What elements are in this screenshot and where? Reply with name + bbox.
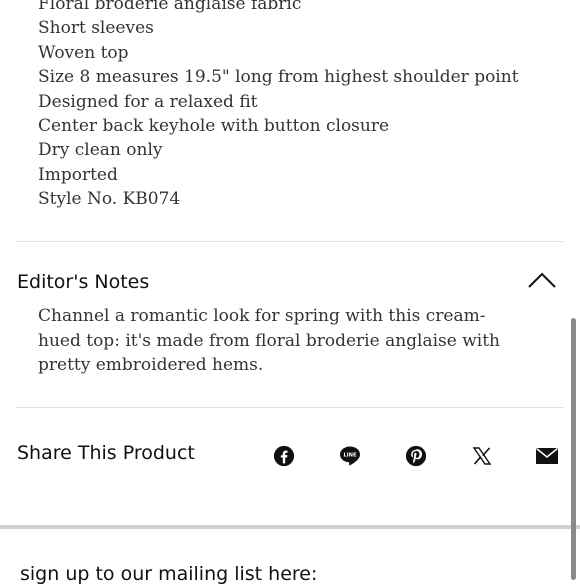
scrollbar[interactable] (571, 318, 576, 580)
detail-item: Center back keyhole with button closure (38, 116, 390, 137)
pinterest-icon[interactable] (404, 444, 428, 468)
line-icon[interactable]: LINE (338, 444, 362, 468)
x-icon[interactable] (470, 444, 494, 468)
section-divider (16, 241, 564, 242)
detail-item: Woven top (38, 42, 129, 63)
detail-item: Floral broderie anglaise fabric (38, 0, 302, 14)
footer-divider (0, 525, 580, 529)
product-details-list: Floral broderie anglaise fabric Short sl… (38, 0, 558, 212)
email-icon[interactable] (535, 444, 559, 468)
detail-item: Short sleeves (38, 18, 154, 39)
section-divider (16, 407, 564, 408)
detail-item: Size 8 measures 19.5" long from highest … (38, 67, 519, 88)
detail-item: Dry clean only (38, 140, 163, 161)
editors-notes-body: Channel a romantic look for spring with … (38, 306, 500, 375)
line-logo-text: LINE (343, 453, 357, 459)
facebook-icon[interactable] (272, 444, 296, 468)
chevron-up-icon[interactable] (528, 272, 556, 288)
share-title: Share This Product (17, 442, 195, 464)
detail-item: Style No. KB074 (38, 189, 181, 210)
detail-item: Imported (38, 164, 118, 185)
detail-item: Designed for a relaxed fit (38, 91, 258, 112)
mailing-list-prompt[interactable]: sign up to our mailing list here: (20, 563, 317, 585)
editors-notes-title[interactable]: Editor's Notes (17, 271, 149, 293)
